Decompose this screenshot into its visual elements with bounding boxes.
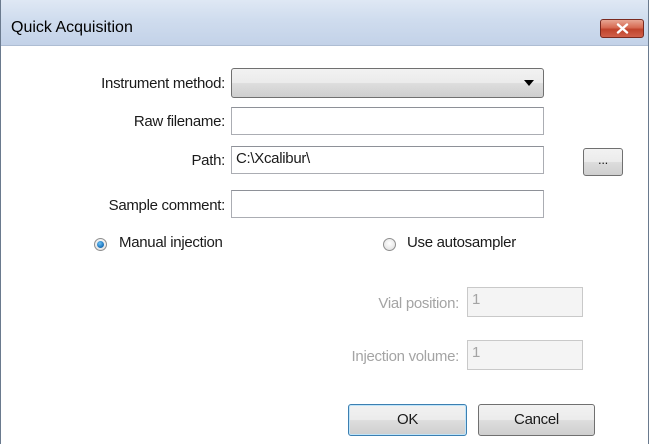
chevron-down-icon xyxy=(524,80,534,86)
vial-position-input[interactable]: 1 xyxy=(467,287,583,317)
dialog-body: Instrument method: Raw filename: Path: C… xyxy=(1,46,648,444)
sample-comment-label: Sample comment: xyxy=(108,197,226,214)
instrument-method-dropdown[interactable] xyxy=(231,68,544,98)
path-input[interactable]: C:\Xcalibur\ xyxy=(231,146,544,174)
radio-selected-dot xyxy=(97,241,104,248)
raw-filename-label: Raw filename: xyxy=(133,113,225,130)
injection-volume-label: Injection volume: xyxy=(351,348,460,365)
manual-injection-radio[interactable] xyxy=(94,238,107,251)
close-button[interactable] xyxy=(600,19,644,38)
injection-volume-input[interactable]: 1 xyxy=(467,340,583,370)
window-title: Quick Acquisition xyxy=(11,19,133,36)
ok-button[interactable]: OK xyxy=(348,404,467,436)
manual-injection-label[interactable]: Manual injection xyxy=(119,234,223,251)
raw-filename-input[interactable] xyxy=(231,107,544,135)
cancel-button[interactable]: Cancel xyxy=(478,404,595,436)
sample-comment-input[interactable] xyxy=(231,190,544,218)
use-autosampler-radio[interactable] xyxy=(383,238,396,251)
quick-acquisition-dialog: Quick Acquisition Instrument method: Raw… xyxy=(0,0,649,444)
title-bar[interactable]: Quick Acquisition xyxy=(1,0,648,46)
path-label: Path: xyxy=(191,152,225,169)
browse-path-button[interactable]: ... xyxy=(583,148,623,176)
vial-position-label: Vial position: xyxy=(378,295,459,312)
instrument-method-label: Instrument method: xyxy=(101,75,225,92)
use-autosampler-label[interactable]: Use autosampler xyxy=(407,234,516,251)
close-icon xyxy=(616,23,629,34)
